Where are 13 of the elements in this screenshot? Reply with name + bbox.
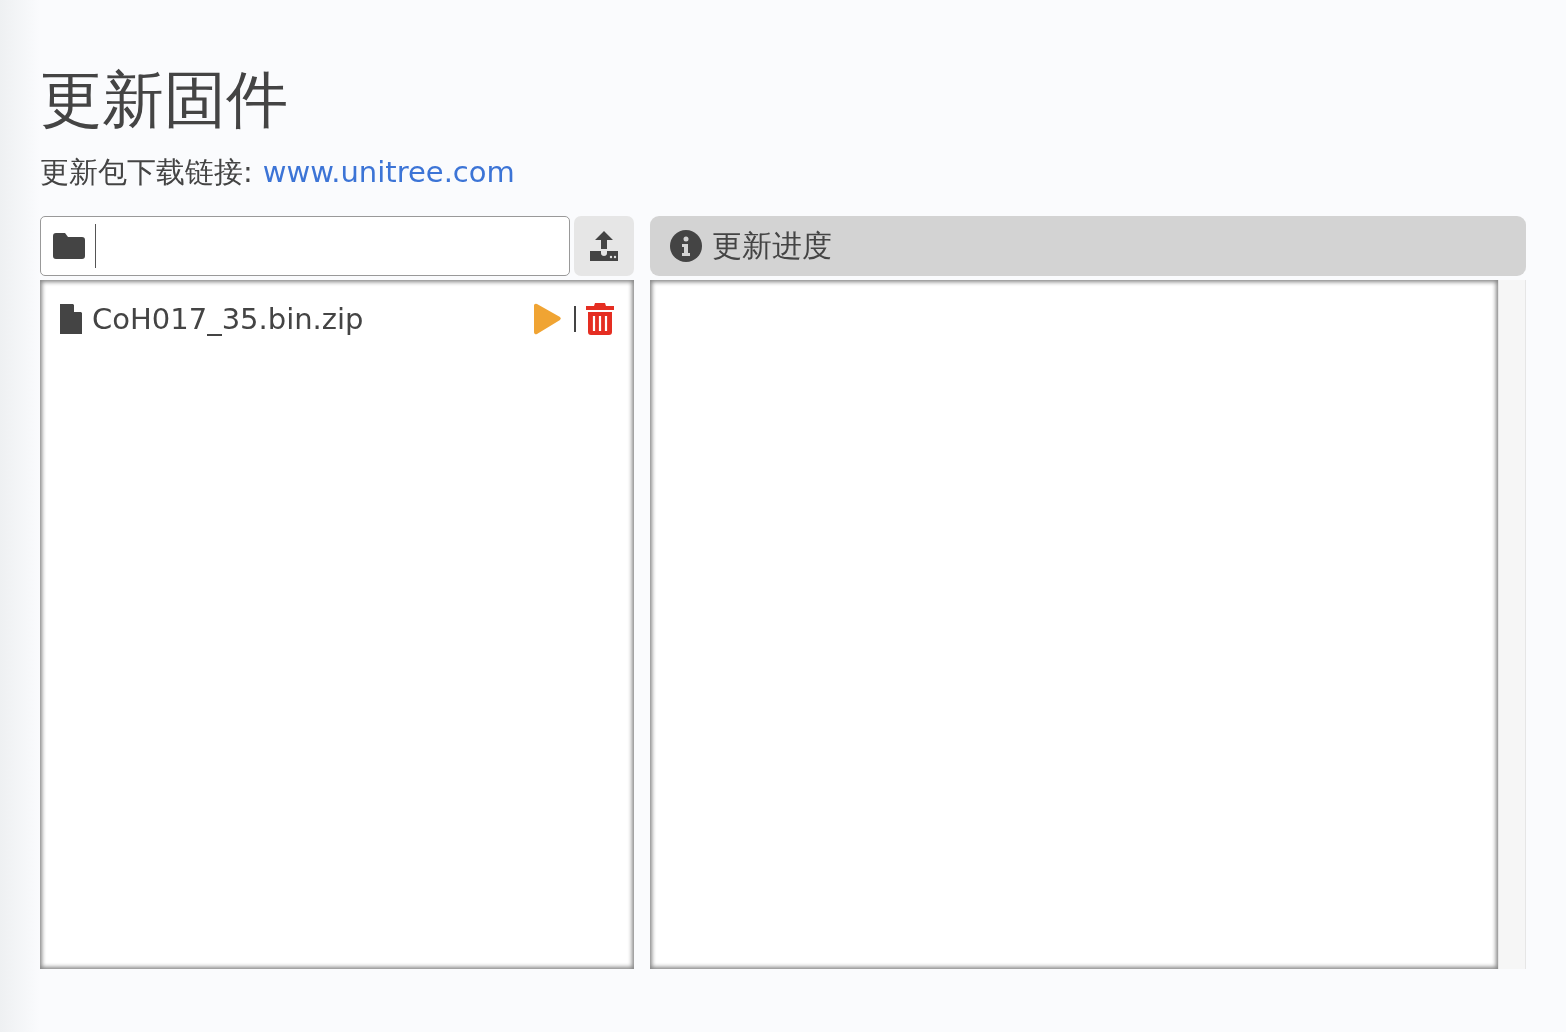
file-name: CoH017_35.bin.zip [92, 302, 365, 336]
text-cursor [95, 224, 96, 268]
upload-button[interactable] [574, 216, 634, 276]
file-icon [60, 304, 82, 334]
upload-icon [587, 229, 621, 263]
folder-icon [53, 233, 85, 259]
progress-title: 更新进度 [712, 226, 832, 265]
download-link[interactable]: www.unitree.com [262, 154, 515, 190]
info-icon [670, 230, 702, 262]
delete-button[interactable] [586, 303, 614, 335]
file-input-field[interactable] [40, 216, 570, 276]
page-title: 更新固件 [40, 62, 289, 138]
download-label: 更新包下载链接: [40, 154, 253, 190]
